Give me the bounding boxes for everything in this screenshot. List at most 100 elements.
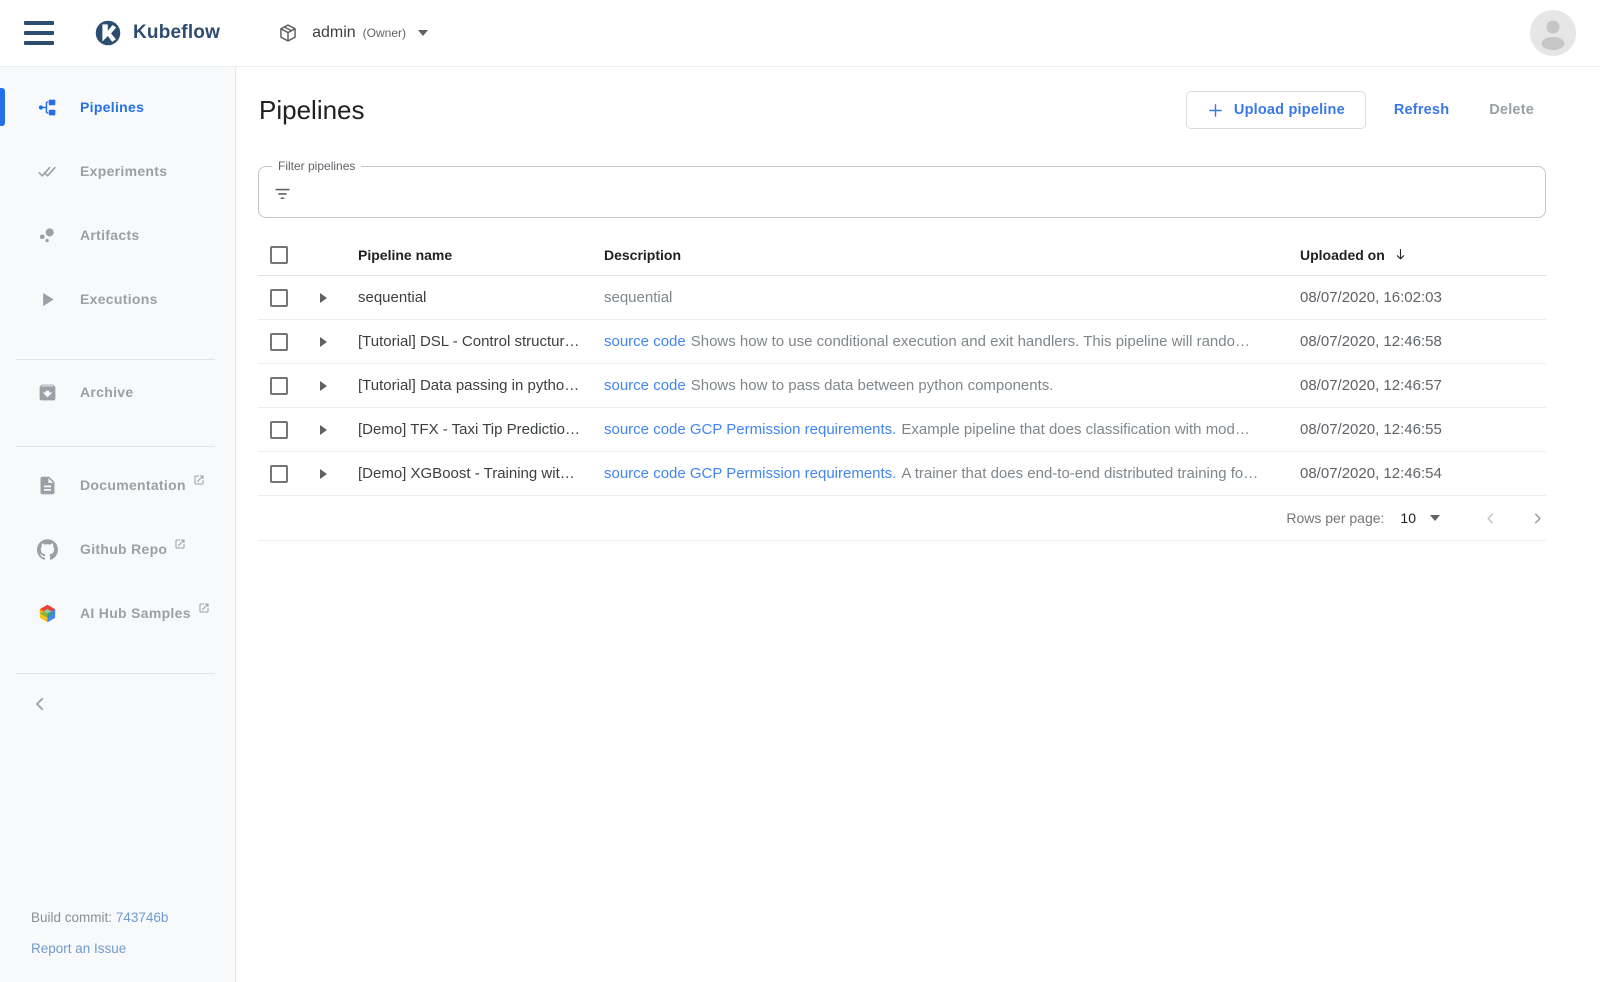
rows-per-page-label: Rows per page: — [1286, 510, 1384, 526]
description-links[interactable]: source code GCP Permission requirements. — [604, 421, 896, 438]
table-row[interactable]: [Tutorial] DSL - Control structur… sourc… — [258, 320, 1546, 364]
pipeline-name-link[interactable]: [Tutorial] DSL - Control structur… — [358, 333, 604, 350]
kubeflow-logo[interactable]: Kubeflow — [94, 19, 220, 47]
pipeline-name-link[interactable]: [Tutorial] Data passing in pytho… — [358, 377, 604, 394]
pipelines-table: Pipeline name Description Uploaded on se… — [258, 234, 1546, 496]
description-text: A trainer that does end-to-end distribut… — [901, 465, 1258, 482]
filter-field[interactable]: Filter pipelines — [258, 166, 1546, 218]
chevron-left-icon — [31, 695, 49, 713]
table-row[interactable]: sequential sequential 08/07/2020, 16:02:… — [258, 276, 1546, 320]
expand-row-icon[interactable] — [320, 337, 327, 347]
filter-label: Filter pipelines — [272, 159, 361, 173]
expand-row-icon[interactable] — [320, 293, 327, 303]
uploaded-on-value: 08/07/2020, 16:02:03 — [1300, 289, 1546, 306]
pipeline-name-link[interactable]: [Demo] XGBoost - Training wit… — [358, 465, 604, 482]
sidebar-item-experiments[interactable]: Experiments — [0, 139, 235, 203]
uploaded-on-value: 08/07/2020, 12:46:58 — [1300, 333, 1546, 350]
pipeline-description: source code Shows how to pass data betwee… — [604, 377, 1300, 394]
archive-icon — [36, 382, 58, 403]
pipeline-description: source code GCP Permission requirements.… — [604, 421, 1300, 438]
chevron-down-icon[interactable] — [1430, 515, 1440, 521]
sidebar-divider — [16, 673, 215, 674]
pipeline-description: source codeShows how to use conditional … — [604, 333, 1300, 350]
sidebar-item-ai-hub-samples[interactable]: AI Hub Samples — [0, 581, 235, 645]
pipeline-name-link[interactable]: [Demo] TFX - Taxi Tip Predictio… — [358, 421, 604, 438]
uploaded-on-value: 08/07/2020, 12:46:54 — [1300, 465, 1546, 482]
sidebar-divider — [16, 446, 215, 447]
pipelines-table-body: sequential sequential 08/07/2020, 16:02:… — [258, 276, 1546, 496]
pipeline-name-link[interactable]: sequential — [358, 289, 604, 306]
description-links[interactable]: source code GCP Permission requirements. — [604, 465, 896, 482]
uploaded-on-value: 08/07/2020, 12:46:57 — [1300, 377, 1546, 394]
previous-page-button[interactable] — [1482, 510, 1499, 527]
namespace-name: admin — [312, 24, 356, 42]
pagination-bar: Rows per page: 10 — [258, 496, 1546, 541]
table-row[interactable]: [Demo] TFX - Taxi Tip Predictio… source … — [258, 408, 1546, 452]
chevron-right-icon — [1529, 510, 1546, 527]
row-checkbox[interactable] — [270, 377, 288, 395]
upload-pipeline-button[interactable]: Upload pipeline — [1186, 91, 1366, 129]
refresh-button[interactable]: Refresh — [1384, 94, 1459, 126]
row-checkbox[interactable] — [270, 421, 288, 439]
sidebar-item-executions[interactable]: Executions — [0, 267, 235, 331]
kubeflow-logo-icon — [94, 19, 122, 47]
plus-icon — [1207, 102, 1224, 119]
chevron-down-icon — [418, 30, 428, 36]
main-content: Pipelines Upload pipeline Refresh Delete… — [236, 0, 1600, 541]
sidebar-item-pipelines[interactable]: Pipelines — [0, 75, 235, 139]
sidebar-item-github-repo[interactable]: Github Repo — [0, 517, 235, 581]
description-links[interactable]: source code — [604, 377, 686, 394]
table-row[interactable]: [Tutorial] Data passing in pytho… source… — [258, 364, 1546, 408]
sidebar-item-artifacts[interactable]: Artifacts — [0, 203, 235, 267]
uploaded-on-value: 08/07/2020, 12:46:55 — [1300, 421, 1546, 438]
sidebar-item-archive[interactable]: Archive — [0, 360, 235, 424]
external-link-icon — [174, 538, 186, 550]
row-checkbox[interactable] — [270, 333, 288, 351]
sort-descending-icon[interactable] — [1393, 247, 1408, 262]
filter-icon — [273, 184, 292, 203]
sidebar-item-documentation[interactable]: Documentation — [0, 453, 235, 517]
external-link-icon — [193, 474, 205, 486]
column-header-pipeline-name[interactable]: Pipeline name — [358, 247, 604, 263]
description-links[interactable]: source code — [604, 333, 686, 350]
sidebar: Pipelines Experiments Artifacts Executio… — [0, 67, 236, 982]
sidebar-footer: Build commit: 743746b Report an Issue — [31, 910, 168, 956]
expand-row-icon[interactable] — [320, 425, 327, 435]
table-header-row: Pipeline name Description Uploaded on — [258, 234, 1546, 276]
topbar: Kubeflow admin (Owner) — [0, 0, 1600, 67]
report-issue-link[interactable]: Report an Issue — [31, 941, 126, 956]
avatar[interactable] — [1530, 10, 1576, 56]
column-header-description[interactable]: Description — [604, 247, 1300, 263]
row-checkbox[interactable] — [270, 289, 288, 307]
description-text: Example pipeline that does classificatio… — [901, 421, 1250, 438]
build-commit-label: Build commit: — [31, 910, 112, 925]
expand-row-icon[interactable] — [320, 381, 327, 391]
description-text: sequential — [604, 289, 672, 306]
pipeline-description: sequential — [604, 289, 1300, 306]
namespace-cube-icon — [278, 23, 298, 43]
delete-button[interactable]: Delete — [1479, 94, 1544, 126]
table-row[interactable]: [Demo] XGBoost - Training wit… source co… — [258, 452, 1546, 496]
page-title: Pipelines — [259, 95, 365, 126]
column-header-uploaded-on[interactable]: Uploaded on — [1300, 247, 1546, 263]
next-page-button[interactable] — [1529, 510, 1546, 527]
experiments-icon — [36, 161, 58, 182]
document-icon — [36, 475, 58, 496]
expand-row-icon[interactable] — [320, 469, 327, 479]
app-title: Kubeflow — [133, 22, 220, 44]
pipeline-description: source code GCP Permission requirements.… — [604, 465, 1300, 482]
collapse-sidebar-button[interactable] — [26, 690, 54, 718]
filter-input[interactable] — [303, 173, 1533, 211]
active-indicator — [0, 88, 5, 126]
build-commit-link[interactable]: 743746b — [116, 910, 169, 925]
chevron-left-icon — [1482, 510, 1499, 527]
row-checkbox[interactable] — [270, 465, 288, 483]
rows-per-page-select[interactable]: 10 — [1400, 510, 1416, 526]
description-text: Shows how to pass data between python co… — [691, 377, 1054, 394]
select-all-checkbox[interactable] — [270, 246, 288, 264]
build-commit: Build commit: 743746b — [31, 910, 168, 925]
pipelines-icon — [36, 97, 58, 118]
upload-pipeline-label: Upload pipeline — [1234, 102, 1345, 118]
namespace-selector[interactable]: admin (Owner) — [278, 23, 428, 43]
menu-icon[interactable] — [24, 21, 54, 45]
